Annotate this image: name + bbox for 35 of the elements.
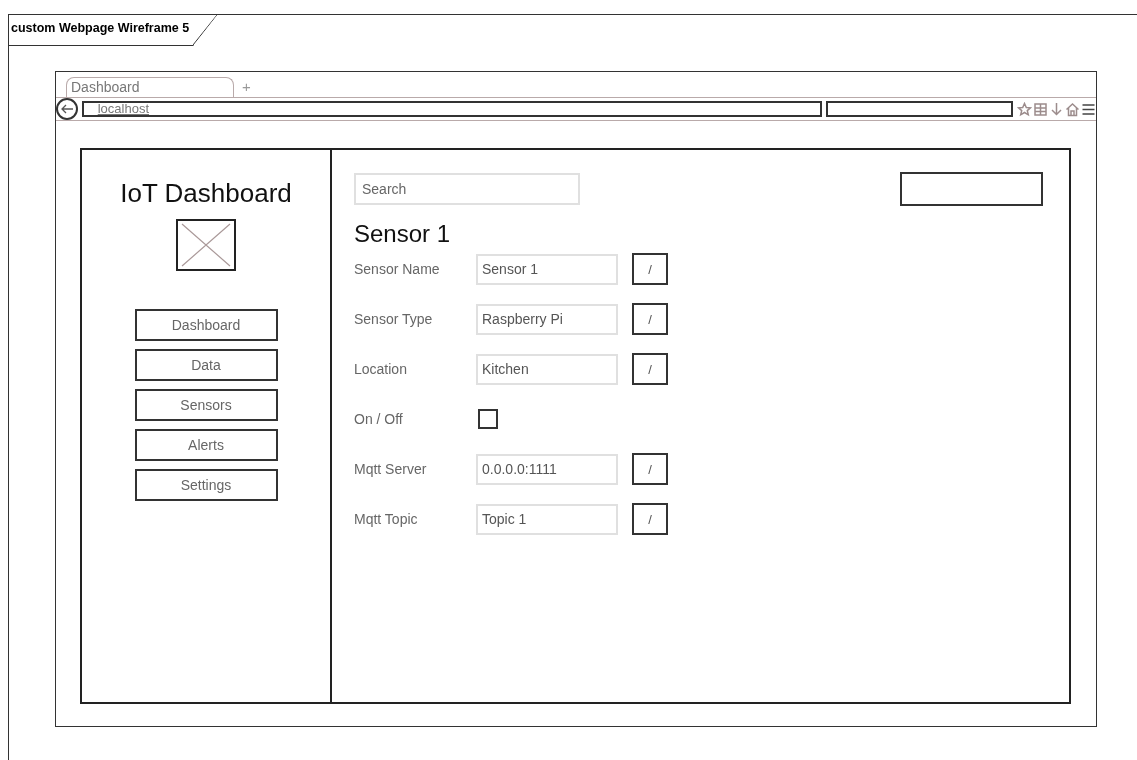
search-field[interactable] xyxy=(825,101,1013,117)
field-label: On / Off xyxy=(354,411,404,427)
field-label: Mqtt Topic xyxy=(354,511,419,527)
star-icon[interactable] xyxy=(1017,101,1032,117)
edit-button[interactable]: / xyxy=(632,253,668,285)
input-field[interactable]: 0.0.0.0:1111 xyxy=(476,453,618,485)
app-title: IoT Dashboard xyxy=(120,178,292,209)
download-icon[interactable] xyxy=(1049,101,1064,117)
field-label: Sensor Name xyxy=(354,261,441,277)
nav-button[interactable]: Dashboard xyxy=(134,309,278,341)
nav-button[interactable]: Settings xyxy=(134,469,278,501)
input-field[interactable]: Raspberry Pi xyxy=(476,303,618,335)
edit-button[interactable]: / xyxy=(632,303,668,335)
reader-icon[interactable] xyxy=(1033,101,1048,117)
browser-tab[interactable]: Dashboard xyxy=(66,77,234,97)
image-placeholder-icon xyxy=(176,219,236,271)
frame-title: custom Webpage Wireframe 5 xyxy=(9,15,218,46)
input-field[interactable]: Topic 1 xyxy=(476,503,618,535)
nav-button[interactable]: Sensors xyxy=(134,389,278,421)
edit-button[interactable]: / xyxy=(632,353,668,385)
menu-icon[interactable] xyxy=(1081,101,1096,117)
back-arrow-icon xyxy=(59,104,74,114)
field-label: Sensor Type xyxy=(354,311,434,327)
checkbox[interactable] xyxy=(478,409,498,429)
url-field[interactable]: localhost xyxy=(81,101,822,117)
back-button[interactable] xyxy=(56,98,78,120)
section-heading: Sensor 1 xyxy=(354,220,452,248)
input-field[interactable]: Kitchen xyxy=(476,353,618,385)
field-label: Mqtt Server xyxy=(354,461,428,477)
nav-button[interactable]: Data xyxy=(134,349,278,381)
edit-button[interactable]: / xyxy=(632,503,668,535)
nav-button[interactable]: Alerts xyxy=(134,429,278,461)
input-field[interactable]: Sensor 1 xyxy=(476,253,618,285)
field-label: Location xyxy=(354,361,408,377)
edit-button[interactable]: / xyxy=(632,453,668,485)
